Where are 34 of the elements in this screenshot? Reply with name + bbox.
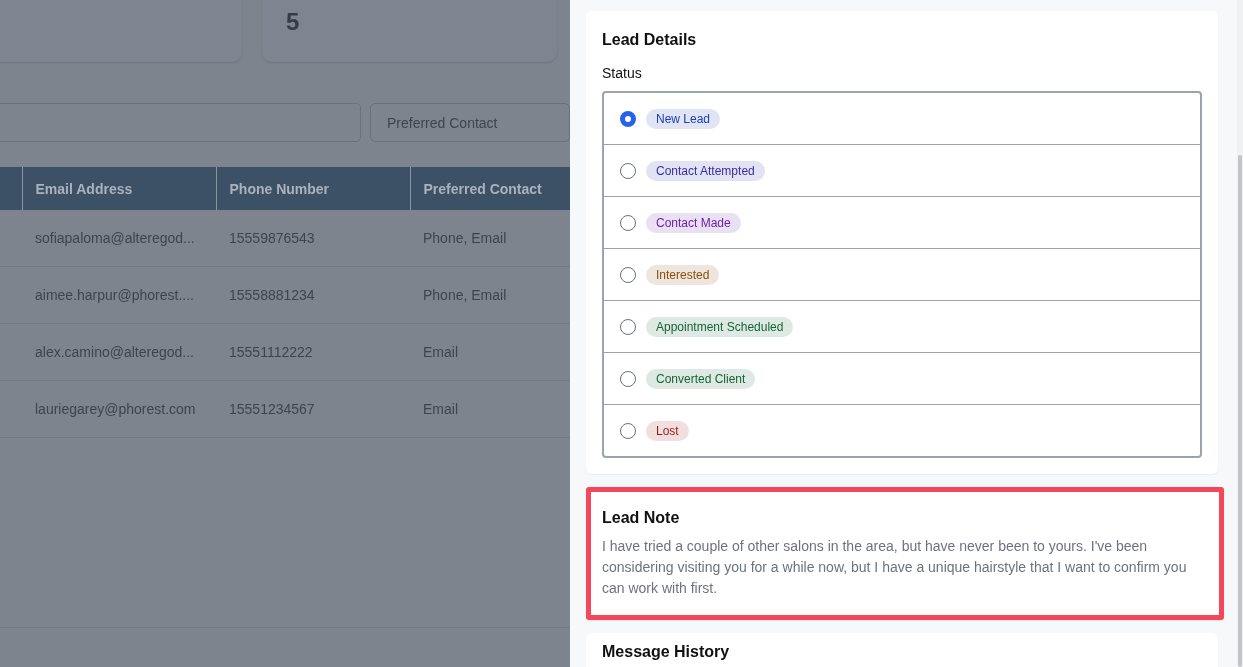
- table-cell: 15551112222: [216, 323, 410, 381]
- radio-button[interactable]: [620, 162, 636, 179]
- table-cell: 15551234567: [216, 380, 410, 438]
- lead-note-text: I have tried a couple of other salons in the area, but have never been to yours. I've been considering visiting you for a while now, but I have a unique hairstyle that I want to confirm you can work with first.: [602, 537, 1188, 598]
- status-tag: Contact Made: [646, 212, 741, 233]
- scrollbar-thumb[interactable]: [1238, 155, 1242, 667]
- column-header[interactable]: Phone Number: [216, 167, 410, 210]
- section-title: Lead Note: [602, 509, 681, 527]
- summary-value: 5: [286, 8, 300, 35]
- table-cell: lauriegarey@phorest.com: [22, 380, 216, 438]
- scrollbar-track[interactable]: [1237, 0, 1243, 667]
- column-header[interactable]: Preferred Contact: [410, 167, 570, 210]
- radio-button[interactable]: [620, 370, 636, 387]
- radio-button[interactable]: [620, 318, 636, 335]
- preferred-contact-dropdown[interactable]: Preferred Contact: [370, 103, 570, 142]
- field-label: Status: [602, 65, 643, 81]
- column-header[interactable]: Email Address: [22, 167, 216, 210]
- status-tag: Lost: [646, 420, 689, 441]
- radio-button[interactable]: [620, 214, 636, 231]
- status-tag: Interested: [646, 264, 720, 285]
- section-title: Message History: [602, 643, 731, 661]
- table-cell: 15559876543: [216, 210, 410, 267]
- table-cell: aimee.harpur@phorest....: [22, 266, 216, 324]
- status-tag: Converted Client: [646, 368, 756, 389]
- radio-button[interactable]: [620, 422, 636, 439]
- table-cell: sofiapaloma@alteregod...: [22, 210, 216, 267]
- radio-button[interactable]: [620, 266, 636, 283]
- radio-button[interactable]: [620, 110, 636, 127]
- status-tag: Contact Attempted: [646, 160, 765, 181]
- section-title: Lead Details: [602, 31, 698, 49]
- status-tag: Appointment Scheduled: [646, 316, 794, 337]
- table-cell: alex.camino@alteregod...: [22, 323, 216, 381]
- table-cell: 15558881234: [216, 266, 410, 324]
- status-tag: New Lead: [646, 108, 721, 129]
